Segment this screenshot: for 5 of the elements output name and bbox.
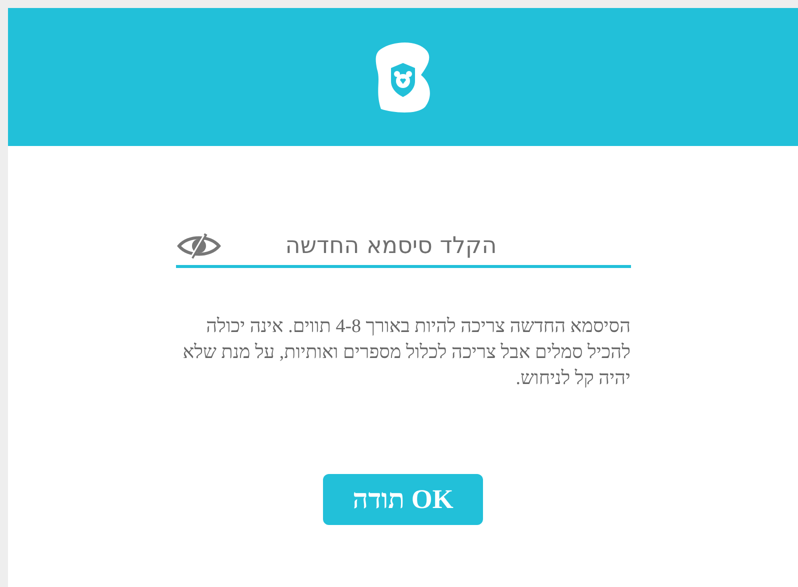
password-rules-text: הסיסמא החדשה צריכה להיות באורך 4-8 תווים. אינה יכולה להכיל סמלים אבל צריכה לכלול מספרים ואותיות, על מנת שלא יהיה קל לניחוש. bbox=[182, 315, 630, 391]
shield-logo-icon bbox=[373, 41, 433, 113]
password-field[interactable]: הקלד סיסמא החדשה bbox=[222, 226, 630, 266]
eye-off-icon[interactable] bbox=[176, 232, 222, 260]
ok-button[interactable]: OK תודה bbox=[323, 474, 483, 525]
